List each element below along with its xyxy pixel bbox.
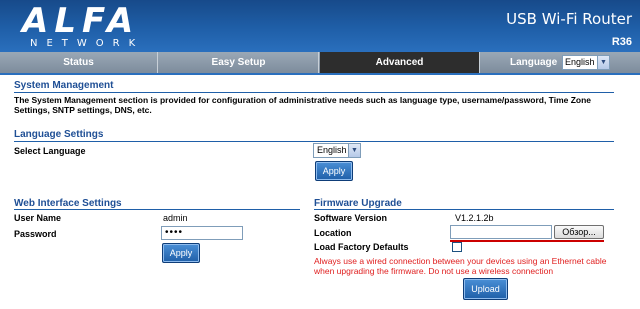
web-apply-button[interactable]: Apply [162,243,200,263]
model-name: R36 [611,36,632,48]
system-description: The System Management section is provide… [14,95,592,115]
factory-defaults-label: Load Factory Defaults [314,242,409,252]
top-language-select[interactable]: English ▼ [562,55,610,70]
section-divider [14,209,300,210]
software-version-label: Software Version [314,213,388,223]
language-select[interactable]: English ▼ [313,143,361,158]
factory-defaults-checkbox[interactable] [452,242,462,252]
password-field[interactable]: •••• [161,226,243,240]
location-underline [450,240,604,242]
nav-bar: Status Easy Setup Advanced Language Engl… [0,52,640,75]
language-select-value: English [317,145,347,155]
firmware-upgrade-title: Firmware Upgrade [314,198,402,209]
web-interface-title: Web Interface Settings [14,198,122,209]
section-divider [14,92,614,93]
password-label: Password [14,229,57,239]
select-language-label: Select Language [14,146,86,156]
chevron-down-icon: ▼ [348,144,360,157]
logo-main-text: ALFA [22,1,140,41]
section-divider [314,209,614,210]
location-file-input[interactable] [450,225,552,239]
tab-easy-setup[interactable]: Easy Setup [159,52,319,73]
username-value: admin [163,213,188,223]
logo-sub-text: NETWORK [30,38,145,49]
software-version-value: V1.2.1.2b [455,213,494,223]
product-name: USB Wi-Fi Router [506,10,632,28]
language-settings-title: Language Settings [14,129,104,140]
tab-advanced[interactable]: Advanced [320,52,480,73]
firmware-warning: Always use a wired connection between yo… [314,256,607,276]
alfa-logo: ALFA NETWORK [22,4,144,50]
tab-status[interactable]: Status [0,52,158,73]
location-label: Location [314,228,352,238]
system-management-title: System Management [14,80,114,91]
section-divider [14,141,614,142]
chevron-down-icon: ▼ [597,56,609,69]
upload-button[interactable]: Upload [463,278,508,300]
language-apply-button[interactable]: Apply [315,161,353,181]
header-banner: ALFA NETWORK USB Wi-Fi Router R36 [0,0,640,52]
language-label: Language [510,57,558,68]
browse-button[interactable]: Обзор... [554,225,604,239]
username-label: User Name [14,213,62,223]
top-language-value: English [565,57,595,67]
